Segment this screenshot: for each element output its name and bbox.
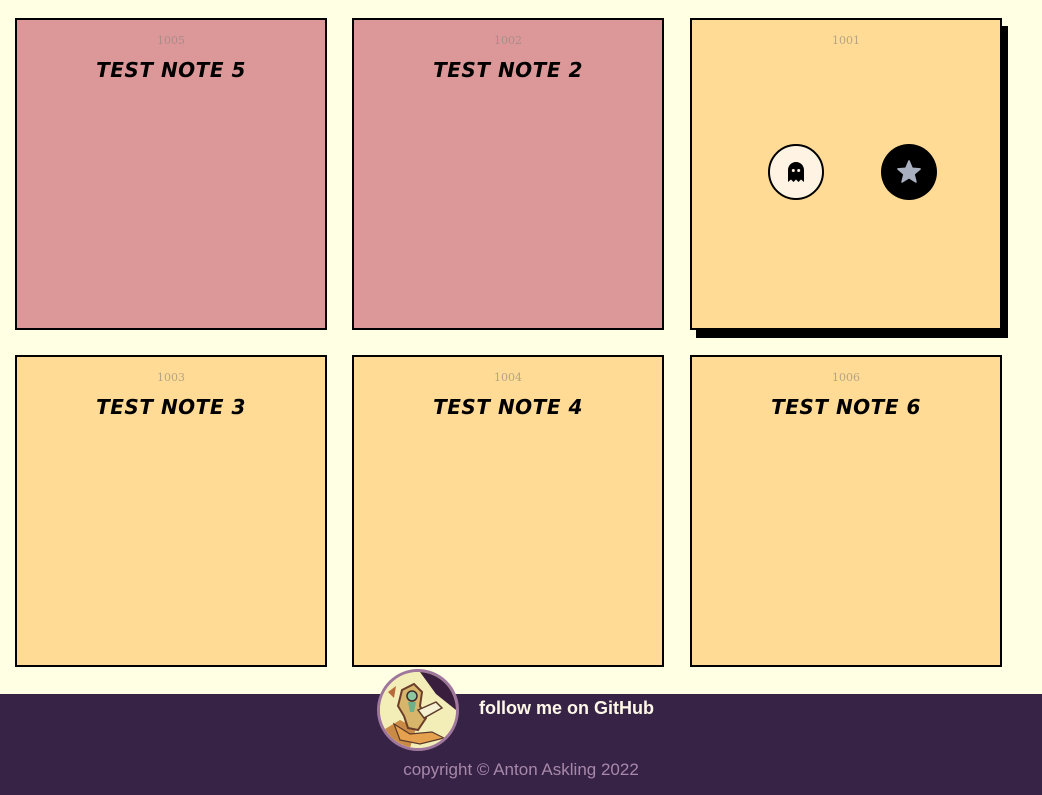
note-actions xyxy=(768,144,938,200)
note-id: 1004 xyxy=(494,371,522,384)
note-card[interactable]: 1002 test note 2 xyxy=(352,18,664,330)
note-title: test note 4 xyxy=(433,395,583,419)
star-icon xyxy=(897,160,921,183)
note-card[interactable]: 1004 test note 4 xyxy=(352,355,664,667)
note-title: test note 3 xyxy=(96,395,246,419)
note-card[interactable]: 1003 test note 3 xyxy=(15,355,327,667)
copyright-text: copyright © Anton Askling 2022 xyxy=(403,760,639,779)
notes-board: 1005 test note 5 1002 test note 2 1001 1… xyxy=(0,0,1042,694)
github-link[interactable]: follow me on GitHub xyxy=(479,698,654,719)
note-id: 1002 xyxy=(494,34,522,47)
note-card[interactable]: 1005 test note 5 xyxy=(15,18,327,330)
note-title: test note 5 xyxy=(96,58,246,82)
note-id: 1006 xyxy=(832,371,860,384)
ghost-button[interactable] xyxy=(768,144,824,200)
note-title: test note 6 xyxy=(771,395,921,419)
site-footer: follow me on GitHub copyright © Anton As… xyxy=(0,669,1042,795)
favorite-button[interactable] xyxy=(881,144,937,200)
note-title: test note 2 xyxy=(433,58,583,82)
note-id: 1005 xyxy=(157,34,185,47)
note-card[interactable]: 1001 xyxy=(690,18,1002,330)
ghost-icon xyxy=(788,162,804,182)
note-card[interactable]: 1006 test note 6 xyxy=(690,355,1002,667)
note-id: 1003 xyxy=(157,371,185,384)
avatar[interactable] xyxy=(377,669,459,751)
avatar-image xyxy=(380,672,456,748)
note-id: 1001 xyxy=(832,34,860,47)
